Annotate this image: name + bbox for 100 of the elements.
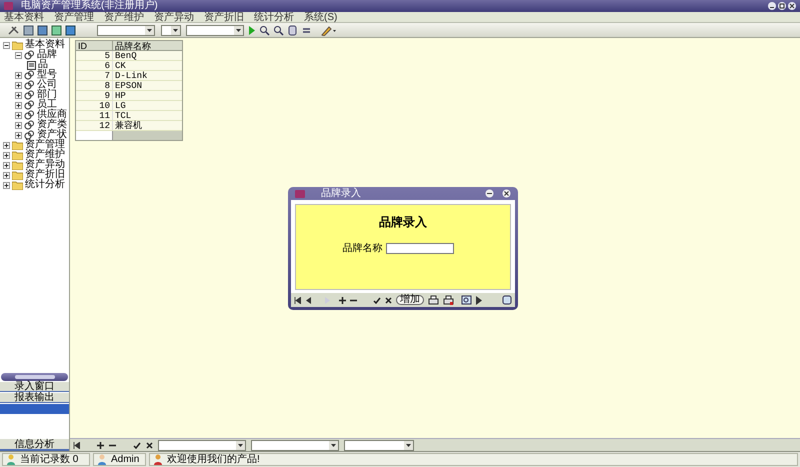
table-cell: 8 bbox=[76, 81, 113, 90]
status-text: Admin bbox=[111, 454, 140, 464]
tree-item[interactable]: 资产类 bbox=[37, 120, 67, 130]
printer-icon[interactable] bbox=[428, 295, 439, 305]
expand-icon[interactable] bbox=[15, 102, 22, 108]
cross-icon[interactable] bbox=[146, 442, 153, 448]
printer-icon[interactable] bbox=[443, 295, 454, 305]
tree-item[interactable]: 基本资料 bbox=[25, 40, 65, 50]
table-cell-text: HP bbox=[114, 91, 127, 100]
folder-icon bbox=[12, 180, 23, 190]
minimize-icon[interactable] bbox=[768, 2, 776, 10]
person-icon bbox=[153, 454, 163, 465]
plus-icon[interactable] bbox=[97, 442, 104, 448]
person-icon bbox=[97, 454, 107, 465]
form-icon bbox=[27, 60, 36, 70]
column-header[interactable]: 品牌名称 bbox=[113, 41, 182, 50]
menu-item[interactable]: 系统(S) bbox=[304, 12, 338, 22]
expand-icon[interactable] bbox=[15, 112, 22, 118]
field-label: 品牌名称 bbox=[342, 242, 382, 256]
column-header[interactable]: ID bbox=[76, 41, 113, 50]
search-icon[interactable] bbox=[273, 24, 284, 36]
table-cell-text: 兼容机 bbox=[114, 121, 143, 130]
expand-icon[interactable] bbox=[3, 142, 10, 148]
pencil-icon[interactable] bbox=[321, 24, 337, 36]
expand-icon[interactable] bbox=[3, 172, 10, 178]
menu-item[interactable]: 资产折旧 bbox=[204, 12, 244, 22]
document-icon[interactable] bbox=[37, 24, 48, 36]
check-icon[interactable] bbox=[373, 296, 381, 304]
expand-icon[interactable] bbox=[3, 182, 10, 188]
folder-icon bbox=[12, 150, 23, 160]
tree-item[interactable]: 资产状 bbox=[37, 130, 67, 140]
collapse-icon[interactable] bbox=[15, 52, 22, 58]
side-panel-item[interactable]: 报表输出 bbox=[0, 393, 69, 403]
caret-icon bbox=[145, 26, 154, 34]
tree-item[interactable]: 品 bbox=[38, 60, 48, 70]
tree-item[interactable]: 部门 bbox=[37, 90, 57, 100]
expand-icon[interactable] bbox=[15, 72, 22, 78]
tree-item[interactable]: 资产管理 bbox=[25, 140, 65, 150]
tree-item[interactable]: 供应商 bbox=[37, 110, 67, 120]
horizontal-scrollbar[interactable] bbox=[76, 131, 182, 140]
input-field[interactable] bbox=[386, 243, 454, 254]
expand-icon[interactable] bbox=[15, 92, 22, 98]
table-cell-text: CK bbox=[114, 61, 127, 70]
table-cell: 6 bbox=[76, 61, 113, 70]
form-heading: 品牌录入 bbox=[379, 214, 427, 231]
tools-icon[interactable] bbox=[8, 24, 20, 36]
table-cell: 12 bbox=[76, 121, 113, 130]
menu-item[interactable]: 基本资料 bbox=[4, 12, 44, 22]
minimize-icon[interactable] bbox=[485, 189, 494, 198]
chart-icon[interactable] bbox=[51, 24, 62, 36]
side-panel-button[interactable]: 信息分析 bbox=[0, 439, 69, 451]
tree-item[interactable]: 资产维护 bbox=[25, 150, 65, 160]
tree-item[interactable]: 型号 bbox=[37, 70, 57, 80]
dropdown[interactable] bbox=[161, 24, 181, 36]
first-record-icon[interactable] bbox=[73, 442, 80, 448]
window-icon[interactable] bbox=[65, 24, 76, 36]
preview-icon[interactable] bbox=[461, 295, 472, 305]
menu-item[interactable]: 资产维护 bbox=[104, 12, 144, 22]
table-cell: 7 bbox=[76, 71, 113, 80]
tree-item[interactable]: 员工 bbox=[37, 100, 57, 110]
previous-record-icon[interactable] bbox=[305, 296, 311, 304]
gears-icon bbox=[24, 80, 35, 90]
side-panel-item[interactable]: 录入窗口 bbox=[0, 382, 69, 392]
plus-icon[interactable] bbox=[339, 296, 346, 304]
check-icon[interactable] bbox=[133, 442, 141, 448]
splitter-bar[interactable] bbox=[1, 373, 68, 381]
gears-icon bbox=[24, 50, 35, 60]
table-cell-text: TCL bbox=[114, 111, 132, 120]
close-icon[interactable] bbox=[788, 2, 796, 10]
add-button[interactable]: 增加 bbox=[396, 295, 424, 305]
exit-icon[interactable] bbox=[502, 295, 512, 305]
first-record-icon[interactable] bbox=[294, 296, 301, 304]
expand-icon[interactable] bbox=[15, 132, 22, 138]
folder-icon bbox=[12, 170, 23, 180]
menu-item[interactable]: 资产管理 bbox=[54, 12, 94, 22]
cross-icon[interactable] bbox=[385, 296, 392, 304]
form-icon[interactable] bbox=[23, 24, 34, 36]
expand-icon[interactable] bbox=[15, 122, 22, 128]
maximize-icon[interactable] bbox=[778, 2, 786, 10]
tree-item[interactable]: 统计分析 bbox=[25, 180, 65, 190]
tree-item[interactable]: 公司 bbox=[37, 80, 57, 90]
gears-icon bbox=[24, 100, 35, 110]
tree-item[interactable]: 资产异动 bbox=[25, 160, 65, 170]
collapse-icon[interactable] bbox=[3, 42, 10, 48]
menu-item[interactable]: 资产异动 bbox=[154, 12, 194, 22]
person-icon bbox=[6, 454, 16, 465]
close-icon[interactable] bbox=[502, 189, 511, 198]
tree-item[interactable]: 品牌 bbox=[37, 50, 57, 60]
expand-icon[interactable] bbox=[15, 82, 22, 88]
expand-icon[interactable] bbox=[3, 152, 10, 158]
gears-icon bbox=[24, 120, 35, 130]
search-icon[interactable] bbox=[259, 24, 270, 36]
tree-item[interactable]: 资产折旧 bbox=[25, 170, 65, 180]
expand-icon[interactable] bbox=[3, 162, 10, 168]
database-icon[interactable] bbox=[287, 24, 298, 36]
play-icon[interactable] bbox=[476, 296, 482, 304]
status-text: 当前记录数 0 bbox=[20, 454, 78, 464]
gears-icon bbox=[24, 70, 35, 80]
menu-item[interactable]: 统计分析 bbox=[254, 12, 294, 22]
dialog-title: 品牌录入 bbox=[321, 188, 361, 198]
